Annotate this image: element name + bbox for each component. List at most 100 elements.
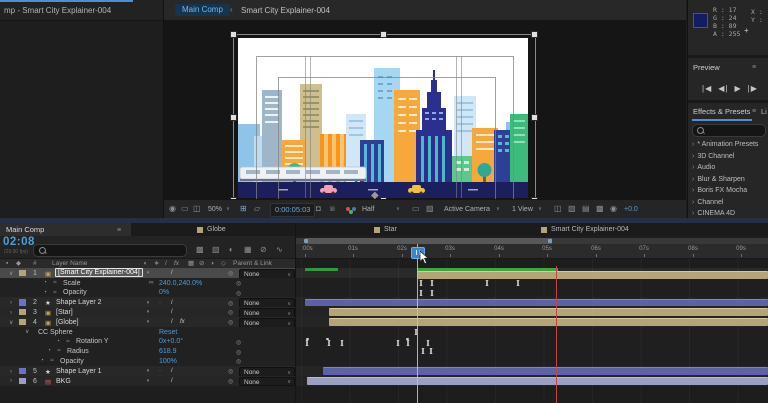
comp-marker-line[interactable] [556, 266, 557, 403]
effects-category[interactable]: ›Audio [692, 164, 715, 171]
collapse-switch[interactable]: · [159, 300, 161, 306]
quality-switch[interactable]: / [171, 368, 173, 374]
keyframe[interactable]: I [404, 339, 412, 347]
frame-blend-icon[interactable]: ▦ [244, 246, 252, 254]
exposure-value[interactable]: +0.0 [624, 206, 638, 213]
layer-bar-shape-layer-1[interactable] [323, 367, 768, 375]
pickwhip-icon[interactable]: ◎ [236, 290, 241, 297]
layer-row[interactable]: › 5 ★ Shape Layer 1 ◖ · / ◎ None∨ [0, 366, 296, 376]
3d-column-icon[interactable]: ◇ [221, 261, 226, 268]
layer-bar-globe[interactable] [329, 318, 768, 326]
fast-previews-icon[interactable]: ▧ [568, 205, 576, 213]
panel-menu-icon[interactable]: ≡ [117, 227, 121, 234]
property-name[interactable]: Scale [63, 280, 81, 287]
fx-column-icon[interactable]: fx [174, 261, 179, 268]
keyframe[interactable]: I [428, 279, 436, 287]
previous-frame-button[interactable]: ◀| [718, 84, 728, 93]
pickwhip-icon[interactable]: ◎ [236, 339, 241, 346]
layer-bar-shape-layer-2[interactable] [305, 299, 768, 307]
pickwhip-icon[interactable]: ◎ [236, 280, 241, 287]
layer-name[interactable]: [Globe] [56, 319, 79, 326]
show-snapshot-icon[interactable]: ◙ [330, 205, 335, 213]
stopwatch-icon[interactable]: ◔ [47, 348, 51, 355]
effects-category[interactable]: ›Blur & Sharpen [692, 176, 745, 183]
effects-search-input[interactable] [692, 124, 766, 137]
pickwhip-icon[interactable]: ◎ [228, 270, 233, 277]
layer-bar-star[interactable] [329, 308, 768, 316]
twirl-down-icon[interactable]: ∨ [9, 320, 13, 326]
effect-row[interactable]: ∨ CC Sphere Reset [0, 327, 296, 337]
keyframe[interactable]: I [394, 339, 402, 347]
adjustment-column-icon[interactable]: ◑ [210, 261, 214, 268]
breadcrumb-current-comp[interactable]: Smart City Explainer-004 [241, 6, 330, 15]
keyframe[interactable]: I [303, 339, 311, 347]
shy-switch[interactable]: ◖ [146, 368, 150, 374]
layer-color-chip[interactable] [19, 378, 26, 385]
tab-smart-city[interactable]: Smart City Explainer-004 [551, 226, 629, 233]
label-column-icon[interactable]: ◆ [16, 261, 21, 268]
mask-visibility-icon[interactable]: ▱ [254, 205, 260, 213]
layer-color-chip[interactable] [19, 319, 26, 326]
tab-globe[interactable]: Globe [207, 226, 226, 233]
layer-row[interactable]: ∨ 1 ▣ [Smart City Explainer-004] ◖ / ◎ N… [0, 268, 296, 278]
shy-switch[interactable]: ◖ [146, 319, 150, 325]
tab-main-comp[interactable]: Main Comp ≡ [0, 223, 131, 236]
shy-switch[interactable]: ◖ [146, 378, 150, 384]
pickwhip-icon[interactable]: ◎ [228, 319, 233, 326]
resolution-dropdown[interactable]: Half [362, 206, 374, 213]
twirl-right-icon[interactable]: › [10, 369, 12, 375]
region-of-interest-icon[interactable]: ▭ [412, 205, 420, 213]
pickwhip-icon[interactable]: ◎ [236, 349, 241, 356]
keyframe[interactable]: I [424, 339, 432, 347]
property-row[interactable]: ◔ ≈ Opacity 0% ◎ [0, 288, 296, 298]
twirl-down-icon[interactable]: ∨ [25, 329, 29, 335]
layer-color-chip[interactable] [19, 368, 26, 375]
twirl-down-icon[interactable]: ∨ [9, 271, 13, 277]
comp-flowchart-icon[interactable]: ▩ [196, 246, 204, 254]
work-area-end-handle[interactable] [548, 239, 552, 244]
panel-splitter[interactable] [295, 223, 296, 403]
stopwatch-icon[interactable]: ◔ [43, 290, 47, 297]
keyframe[interactable]: I [483, 279, 491, 287]
property-row[interactable]: ◔ ≈ Opacity 100% ◎ [0, 356, 296, 366]
property-row[interactable]: ◔ ≈ Radius 618.9 ◎ [0, 346, 296, 356]
layer-name-column-header[interactable]: Layer Name [52, 261, 87, 268]
layer-row[interactable]: › 6 ▤ BKG ◖ / ◎ None∨ [0, 376, 296, 386]
property-name[interactable]: Opacity [63, 289, 87, 296]
pixel-aspect-icon[interactable]: ◫ [554, 205, 562, 213]
selection-handle[interactable] [380, 31, 387, 38]
graph-toggle-icon[interactable]: ≈ [50, 358, 54, 365]
parent-dropdown[interactable]: None∨ [239, 377, 295, 387]
shy-switch[interactable]: ◖ [146, 300, 150, 306]
panel-menu-icon[interactable]: ≡ [752, 64, 756, 71]
view-layout-dropdown[interactable]: 1 View [512, 206, 533, 213]
stopwatch-icon[interactable]: ◔ [56, 339, 60, 346]
left-panel-breadcrumb[interactable]: mp - Smart City Explainer-004 [4, 6, 111, 15]
effects-category[interactable]: ›* Animation Presets [692, 141, 758, 148]
lock-icon[interactable]: ▪ [6, 261, 8, 268]
layer-bar-bkg[interactable] [307, 377, 768, 385]
property-name[interactable]: Rotation Y [76, 338, 109, 345]
layer-name[interactable]: [Smart City Explainer-004] [55, 268, 143, 277]
anchor-point-icon[interactable]: ◆ [371, 190, 379, 199]
effects-panel-tab[interactable]: Effects & Presets [693, 107, 750, 116]
selection-bounding-box[interactable] [233, 34, 536, 199]
layer-name[interactable]: Shape Layer 1 [56, 368, 102, 375]
layer-color-chip[interactable] [19, 270, 26, 277]
first-frame-button[interactable]: |◀ [702, 84, 712, 93]
graph-toggle-icon[interactable]: ≈ [57, 348, 61, 355]
graph-toggle-icon[interactable]: ≈ [53, 280, 57, 287]
quality-switch[interactable]: / [171, 309, 173, 315]
quality-column-icon[interactable]: / [165, 261, 167, 268]
stopwatch-icon[interactable]: ◔ [43, 280, 47, 287]
property-row[interactable]: ◔ ≈ Scale ∞ 240.0,240.0% ◎ [0, 278, 296, 288]
property-name[interactable]: Opacity [60, 358, 84, 365]
effect-reset-link[interactable]: Reset [159, 329, 177, 336]
property-value[interactable]: 240.0,240.0% [159, 280, 202, 287]
property-value[interactable]: 0% [159, 289, 169, 296]
shy-switch[interactable]: ◖ [146, 309, 150, 315]
layer-color-chip[interactable] [19, 299, 26, 306]
preview-mode-icon[interactable]: ◉ [169, 205, 176, 213]
keyframe[interactable]: I [417, 279, 425, 287]
property-row[interactable]: ◔ ≈ Rotation Y 0x+0.0° ◎ [0, 337, 296, 347]
